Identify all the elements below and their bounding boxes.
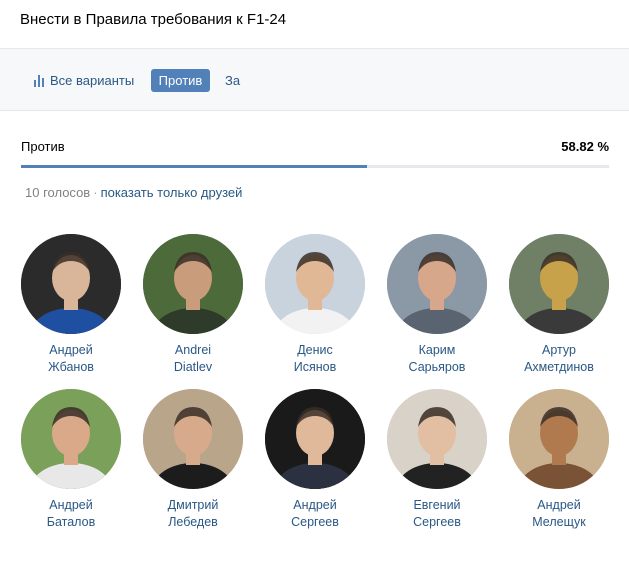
voter-name[interactable]: Дмитрий Лебедев bbox=[133, 497, 253, 531]
voter-card[interactable]: Карим Сарьяров bbox=[377, 234, 497, 376]
voter-name[interactable]: Андрей Баталов bbox=[11, 497, 131, 531]
bar-chart-icon bbox=[34, 74, 44, 87]
voter-first-name: Андрей bbox=[293, 498, 337, 512]
voter-last-name: Исянов bbox=[293, 360, 337, 374]
voter-card[interactable]: Дмитрий Лебедев bbox=[133, 389, 253, 531]
voter-name[interactable]: Андрей Сергеев bbox=[255, 497, 375, 531]
voter-card[interactable]: Евгений Сергеев bbox=[377, 389, 497, 531]
voter-last-name: Сергеев bbox=[291, 515, 339, 529]
avatar[interactable] bbox=[509, 234, 609, 334]
avatar[interactable] bbox=[265, 389, 365, 489]
voter-name[interactable]: Андрей Мелещук bbox=[499, 497, 619, 531]
voter-first-name: Андрей bbox=[537, 498, 581, 512]
avatar[interactable] bbox=[387, 389, 487, 489]
voter-name[interactable]: Андрей Жбанов bbox=[11, 342, 131, 376]
avatar[interactable] bbox=[387, 234, 487, 334]
voter-last-name: Жбанов bbox=[48, 360, 94, 374]
voter-name[interactable]: Денис Исянов bbox=[255, 342, 375, 376]
voter-last-name: Баталов bbox=[46, 515, 96, 529]
separator-dot: · bbox=[93, 185, 98, 200]
voter-first-name: Дмитрий bbox=[167, 498, 219, 512]
votes-summary: 10 голосов · показать только друзей bbox=[25, 185, 242, 200]
voter-name[interactable]: Евгений Сергеев bbox=[377, 497, 497, 531]
result-option-label: Против bbox=[21, 139, 65, 154]
voter-first-name: Андрей bbox=[49, 498, 93, 512]
tab-against[interactable]: Против bbox=[151, 69, 210, 92]
avatar[interactable] bbox=[143, 234, 243, 334]
voter-card[interactable]: Андрей Сергеев bbox=[255, 389, 375, 531]
voter-last-name: Diatlev bbox=[173, 360, 213, 374]
voter-name[interactable]: Артур Ахметдинов bbox=[499, 342, 619, 376]
voter-last-name: Сергеев bbox=[413, 515, 461, 529]
voter-first-name: Артур bbox=[542, 343, 576, 357]
result-progress-fill bbox=[21, 165, 367, 168]
voter-last-name: Ахметдинов bbox=[524, 360, 594, 374]
voter-card[interactable]: Андрей Мелещук bbox=[499, 389, 619, 531]
result-percent: 58.82 % bbox=[561, 139, 609, 154]
tab-all-options-label: Все варианты bbox=[50, 73, 135, 88]
voter-card[interactable]: Денис Исянов bbox=[255, 234, 375, 376]
filter-tabs: Все варианты Против За bbox=[0, 48, 629, 111]
voter-first-name: Карим bbox=[418, 343, 456, 357]
result-progress-bar bbox=[21, 165, 609, 168]
voter-card[interactable]: Андрей Баталов bbox=[11, 389, 131, 531]
voter-card[interactable]: Артур Ахметдинов bbox=[499, 234, 619, 376]
avatar[interactable] bbox=[509, 389, 609, 489]
voter-card[interactable]: Андрей Жбанов bbox=[11, 234, 131, 376]
voter-first-name: Денис bbox=[297, 343, 333, 357]
tab-for[interactable]: За bbox=[225, 69, 240, 92]
avatar[interactable] bbox=[265, 234, 365, 334]
voter-first-name: Andrei bbox=[174, 343, 212, 357]
voter-card[interactable]: Andrei Diatlev bbox=[133, 234, 253, 376]
poll-title: Внести в Правила требования к F1-24 bbox=[20, 11, 287, 28]
votes-count: 10 голосов bbox=[25, 185, 91, 200]
voter-first-name: Андрей bbox=[49, 343, 93, 357]
voter-last-name: Сарьяров bbox=[408, 360, 466, 374]
tab-all-options[interactable]: Все варианты bbox=[34, 69, 134, 92]
avatar[interactable] bbox=[21, 389, 121, 489]
voter-last-name: Мелещук bbox=[532, 515, 586, 529]
voter-first-name: Евгений bbox=[413, 498, 461, 512]
avatar[interactable] bbox=[143, 389, 243, 489]
avatar[interactable] bbox=[21, 234, 121, 334]
voter-last-name: Лебедев bbox=[168, 515, 218, 529]
voter-name[interactable]: Andrei Diatlev bbox=[133, 342, 253, 376]
voter-name[interactable]: Карим Сарьяров bbox=[377, 342, 497, 376]
poll-header: Внести в Правила требования к F1-24 bbox=[0, 0, 629, 48]
show-friends-link[interactable]: показать только друзей bbox=[101, 185, 243, 200]
